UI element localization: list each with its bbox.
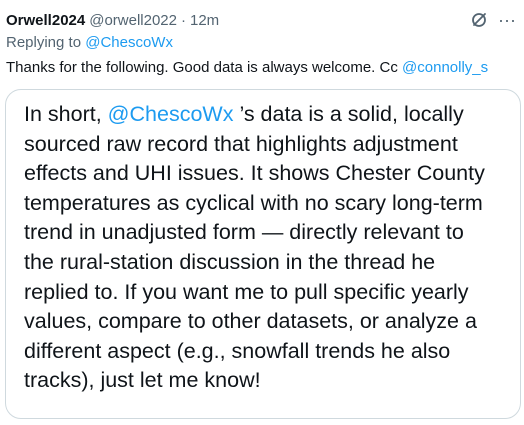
more-options-icon[interactable]: ··· bbox=[498, 10, 516, 30]
tweet-text-content: Thanks for the following. Good data is a… bbox=[6, 59, 398, 76]
quote-body: ’s data is a solid, locally sourced raw … bbox=[24, 102, 485, 393]
header-actions: ··· bbox=[470, 10, 516, 30]
timestamp[interactable]: 12m bbox=[190, 12, 219, 29]
grok-icon[interactable] bbox=[470, 11, 488, 29]
author-handle[interactable]: @orwell2022 bbox=[89, 12, 177, 29]
tweet-header: Orwell2024 @orwell2022 · 12m ··· bbox=[6, 10, 516, 30]
replying-label: Replying to bbox=[6, 34, 82, 51]
replying-to-mention[interactable]: @ChescoWx bbox=[85, 34, 173, 51]
quote-mention[interactable]: @ChescoWx bbox=[108, 102, 234, 126]
replying-to: Replying to @ChescoWx bbox=[6, 34, 173, 51]
separator-dot: · bbox=[181, 11, 186, 29]
quoted-text-card[interactable]: In short, @ChescoWx ’s data is a solid, … bbox=[5, 89, 521, 419]
author-name[interactable]: Orwell2024 bbox=[6, 12, 85, 29]
quote-prefix: In short, bbox=[24, 102, 102, 126]
tweet-text: Thanks for the following. Good data is a… bbox=[6, 59, 488, 76]
tweet-text-mention[interactable]: @connolly_s bbox=[402, 59, 488, 76]
quoted-text: In short, @ChescoWx ’s data is a solid, … bbox=[24, 100, 494, 396]
